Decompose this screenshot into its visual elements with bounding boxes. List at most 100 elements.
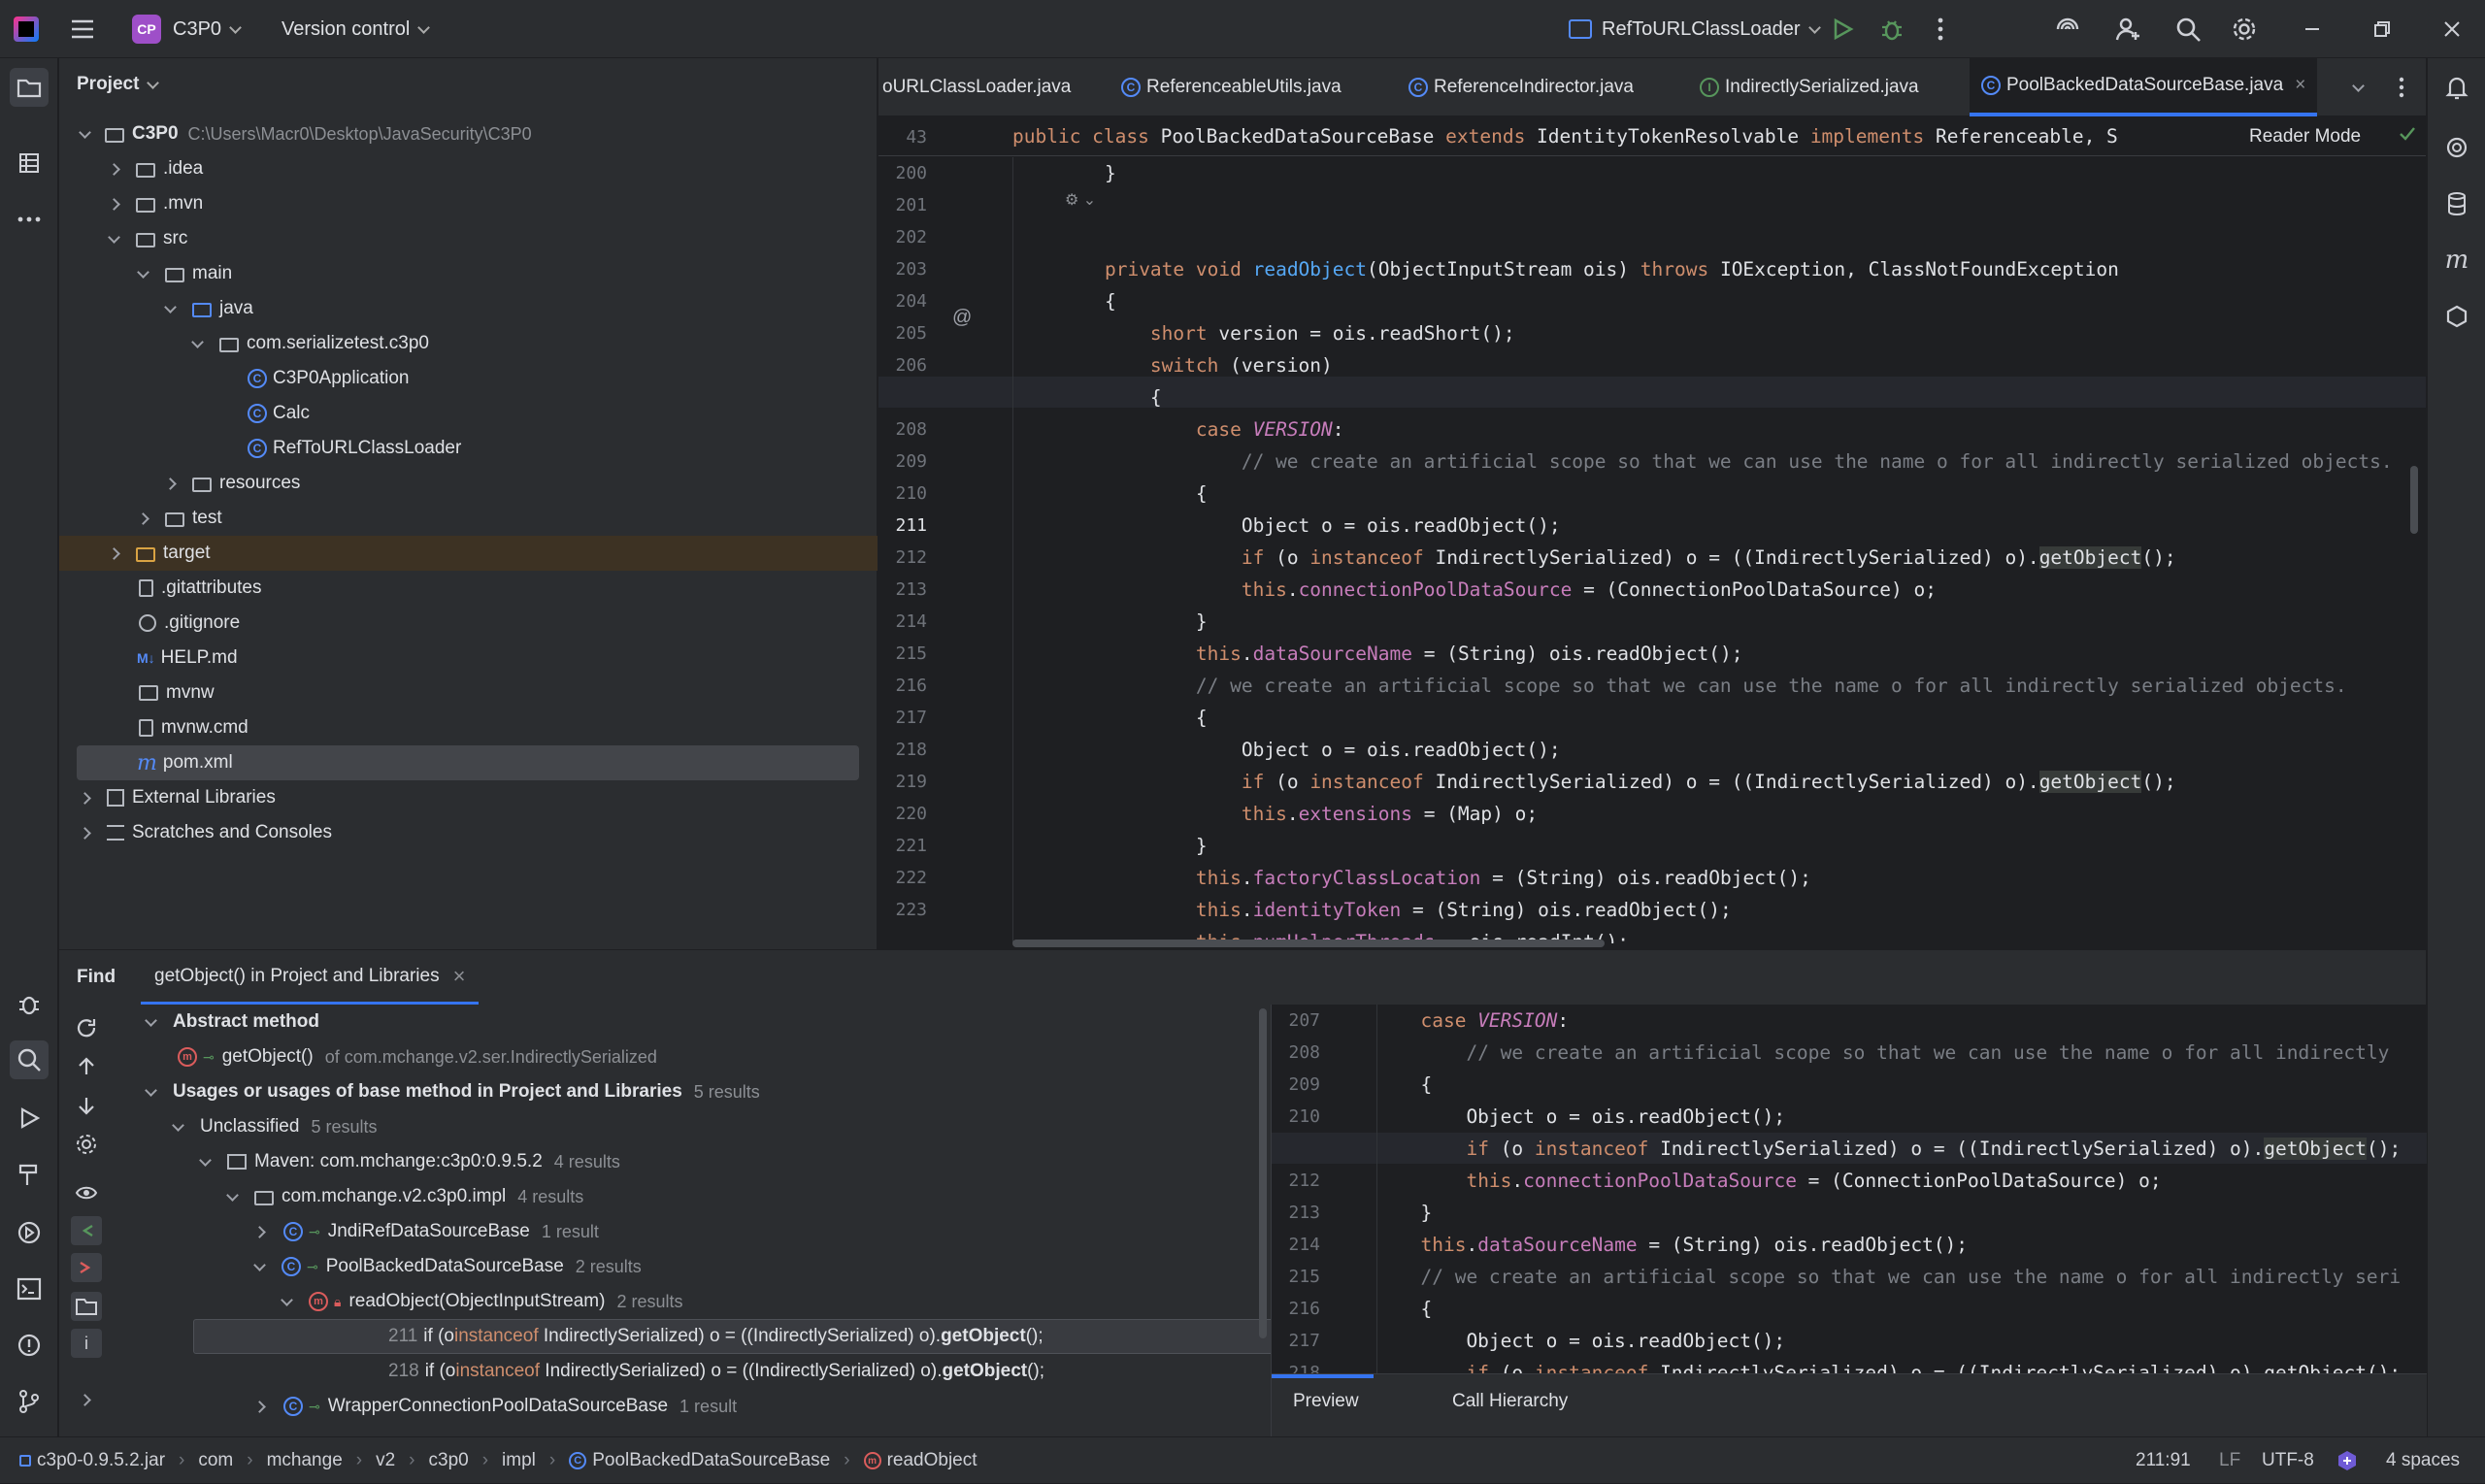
- restore-icon[interactable]: [2372, 0, 2392, 58]
- editor-hscrollbar[interactable]: [1012, 940, 1605, 947]
- breadcrumb-item[interactable]: v2: [376, 1450, 395, 1471]
- more-actions-icon[interactable]: [1938, 0, 1943, 58]
- tree-item-calc[interactable]: C Calc: [59, 396, 878, 431]
- git-icon[interactable]: [10, 1382, 49, 1421]
- ai-chat-icon[interactable]: [2437, 128, 2476, 167]
- results-scrollbar[interactable]: [1259, 1008, 1267, 1338]
- result-group-jndirefdatasourcebase[interactable]: C ⊸ JndiRefDataSourceBase 1 result: [253, 1214, 599, 1249]
- expand-chevron-icon[interactable]: [79, 1389, 91, 1410]
- tree-item-src[interactable]: src: [59, 221, 878, 256]
- group-by-folder-icon[interactable]: [71, 1292, 102, 1321]
- read-access-icon[interactable]: [71, 1216, 102, 1245]
- settings-gear-icon[interactable]: [2231, 0, 2258, 58]
- tree-item-scratches[interactable]: Scratches and Consoles: [59, 815, 878, 850]
- result-group-readobject[interactable]: m 🔒︎ readObject(ObjectInputStream) 2 res…: [281, 1284, 683, 1319]
- build-hammer-icon[interactable]: [10, 1155, 49, 1194]
- result-group-wrapperconnectionpooldatasourcebase[interactable]: C ⊸ WrapperConnectionPoolDataSourceBase …: [253, 1389, 737, 1424]
- tree-item-pom-xml[interactable]: m pom.xml: [59, 745, 878, 780]
- tab-referenceableutils[interactable]: C ReferenceableUtils.java: [1121, 58, 1342, 116]
- code-area[interactable]: ⚙ ⌄ } private void readObject(ObjectInpu…: [878, 157, 2426, 949]
- next-occurrence-icon[interactable]: [75, 1094, 98, 1123]
- services-icon[interactable]: [10, 1213, 49, 1252]
- tree-item-resources[interactable]: resources: [59, 466, 878, 501]
- write-access-icon[interactable]: [71, 1253, 102, 1282]
- tab-preview[interactable]: Preview: [1293, 1374, 1359, 1429]
- debug-icon[interactable]: [1879, 0, 1905, 58]
- tree-item-mvnw-cmd[interactable]: mvnw.cmd: [59, 710, 878, 745]
- ai-assistant-icon[interactable]: [2054, 0, 2081, 58]
- breadcrumb-item[interactable]: PoolBackedDataSourceBase: [592, 1450, 830, 1471]
- previous-occurrence-icon[interactable]: [75, 1055, 98, 1084]
- plugin-icon[interactable]: [2437, 297, 2476, 336]
- main-menu-icon[interactable]: [70, 0, 95, 58]
- tree-item-c3p0application[interactable]: C C3P0Application: [59, 361, 878, 396]
- tree-item-c3p0[interactable]: C3P0 C:\Users\Macr0\Desktop\JavaSecurity…: [59, 116, 878, 151]
- result-group-usages[interactable]: Usages or usages of base method in Proje…: [145, 1074, 760, 1109]
- plugin-status-icon[interactable]: [2336, 1449, 2359, 1478]
- result-group-abstract-method[interactable]: Abstract method: [145, 1005, 319, 1039]
- settings-icon[interactable]: [75, 1133, 98, 1162]
- tree-item-target[interactable]: target: [59, 536, 878, 571]
- breadcrumb-item[interactable]: com: [198, 1450, 233, 1471]
- tree-item-gitignore[interactable]: .gitignore: [59, 606, 878, 641]
- breadcrumb-item[interactable]: impl: [502, 1450, 536, 1471]
- tab-reftourlclassloader[interactable]: oURLClassLoader.java: [882, 58, 1071, 116]
- search-icon[interactable]: [2174, 0, 2202, 58]
- caret-position[interactable]: 211:91: [2136, 1437, 2191, 1484]
- tree-item-idea[interactable]: .idea: [59, 151, 878, 186]
- minimize-icon[interactable]: [2303, 0, 2322, 58]
- result-group-package[interactable]: com.mchange.v2.c3p0.impl 4 results: [226, 1179, 583, 1214]
- tree-item-test[interactable]: test: [59, 501, 878, 536]
- tree-item-java[interactable]: java: [59, 291, 878, 326]
- breadcrumb-item[interactable]: c3p0: [429, 1450, 469, 1471]
- run-tool-icon[interactable]: [10, 1099, 49, 1138]
- close-tab-icon[interactable]: ×: [2295, 75, 2305, 96]
- preview-code[interactable]: 207208209210211212213214215216217218 cas…: [1272, 1005, 2427, 1373]
- breadcrumb-item[interactable]: readObject: [887, 1450, 977, 1471]
- vertical-scrollbar[interactable]: [2410, 466, 2418, 534]
- find-tool-icon[interactable]: [10, 1040, 49, 1079]
- indent-setting[interactable]: 4 spaces: [2386, 1437, 2460, 1484]
- breadcrumb-item[interactable]: mchange: [267, 1450, 343, 1471]
- maven-icon[interactable]: m: [2437, 241, 2476, 280]
- close-window-icon[interactable]: [2442, 0, 2462, 58]
- tab-poolbackeddatasourcebase[interactable]: C PoolBackedDataSourceBase.java ×: [1970, 58, 2318, 116]
- database-icon[interactable]: [2437, 184, 2476, 223]
- tab-referenceindirector[interactable]: C ReferenceIndirector.java: [1408, 58, 1634, 116]
- project-selector[interactable]: CP C3P0: [132, 0, 242, 58]
- terminal-icon[interactable]: [10, 1270, 49, 1308]
- debug-tool-icon[interactable]: [10, 984, 49, 1023]
- result-group-maven[interactable]: Maven: com.mchange:c3p0:0.9.5.2 4 result…: [199, 1144, 620, 1179]
- code-with-me-icon[interactable]: [2114, 0, 2141, 58]
- usage-line-218[interactable]: 218 if (o instanceof IndirectlySerialize…: [193, 1354, 1044, 1389]
- tabs-more-icon[interactable]: [2399, 58, 2404, 116]
- sticky-line[interactable]: 43 public class PoolBackedDataSourceBase…: [878, 117, 2426, 156]
- tree-item-mvn[interactable]: .mvn: [59, 186, 878, 221]
- run-icon[interactable]: [1831, 0, 1854, 58]
- notifications-bell-icon[interactable]: [2437, 68, 2476, 107]
- tree-item-package[interactable]: com.serializetest.c3p0: [59, 326, 878, 361]
- problems-icon[interactable]: [10, 1326, 49, 1365]
- run-config-selector[interactable]: RefToURLClassLoader: [1569, 0, 1821, 58]
- project-folder-icon[interactable]: [10, 68, 49, 107]
- file-encoding[interactable]: UTF-8: [2262, 1437, 2314, 1484]
- tree-item-gitattributes[interactable]: .gitattributes: [59, 571, 878, 606]
- tree-item-external-libraries[interactable]: External Libraries: [59, 780, 878, 815]
- result-group-unclassified[interactable]: Unclassified 5 results: [172, 1109, 377, 1144]
- breadcrumb-item[interactable]: c3p0-0.9.5.2.jar: [37, 1450, 165, 1471]
- usage-line-211[interactable]: 211 if (o instanceof IndirectlySerialize…: [193, 1319, 1313, 1354]
- result-group-poolbackeddatasourcebase[interactable]: C ⊸ PoolBackedDataSourceBase 2 results: [253, 1249, 642, 1284]
- tab-call-hierarchy[interactable]: Call Hierarchy: [1452, 1374, 1568, 1429]
- tree-item-main[interactable]: main: [59, 256, 878, 291]
- tree-item-reftourlclassloader[interactable]: C RefToURLClassLoader: [59, 431, 878, 466]
- close-tab-icon[interactable]: ×: [453, 964, 466, 989]
- structure-icon[interactable]: [10, 144, 49, 182]
- line-separator[interactable]: LF: [2219, 1437, 2240, 1484]
- vcs-menu[interactable]: Version control: [282, 0, 431, 58]
- info-icon[interactable]: i: [71, 1329, 102, 1358]
- result-item-getobject-abstract[interactable]: m ⊸ getObject() of com.mchange.v2.ser.In…: [178, 1039, 657, 1074]
- more-tools-icon[interactable]: [10, 200, 49, 239]
- tab-indirectlyserialized[interactable]: I IndirectlySerialized.java: [1700, 58, 1919, 116]
- preview-eye-icon[interactable]: [75, 1183, 98, 1208]
- find-results-tab[interactable]: getObject() in Project and Libraries ×: [141, 950, 480, 1005]
